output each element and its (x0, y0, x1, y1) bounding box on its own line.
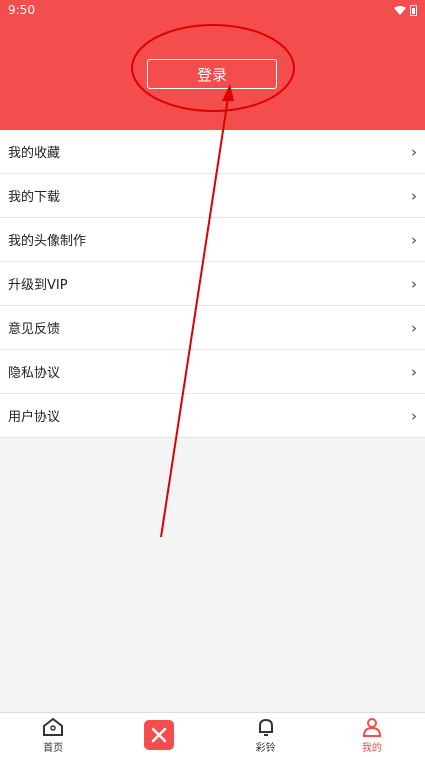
menu-item-label: 我的头像制作 (8, 234, 87, 249)
tab-ringtone[interactable]: 彩铃 (213, 713, 319, 757)
status-time: 9:50 (8, 3, 35, 17)
menu-item-label: 我的收藏 (8, 146, 61, 161)
home-icon (43, 717, 64, 736)
menu-item-label: 意见反馈 (8, 322, 61, 337)
menu-item-favorites[interactable]: 我的收藏 › (0, 130, 425, 174)
status-bar: 9:50 (0, 0, 425, 20)
bell-icon (258, 718, 273, 736)
tab-mine[interactable]: 我的 (319, 713, 425, 757)
profile-header: 登录 (0, 20, 425, 130)
battery-icon (410, 4, 417, 16)
menu-item-label: 用户协议 (8, 410, 61, 425)
tab-label: 彩铃 (255, 742, 276, 754)
menu-item-feedback[interactable]: 意见反馈 › (0, 306, 425, 350)
menu-list: 我的收藏 › 我的下载 › 我的头像制作 › 升级到VIP › 意见反馈 › 隐… (0, 130, 425, 438)
tab-home[interactable]: 首页 (0, 713, 106, 757)
bottom-tab-bar: 首页 彩铃 我的 (0, 712, 425, 757)
chevron-right-icon: › (411, 142, 417, 161)
status-icons (394, 4, 417, 16)
user-icon (362, 717, 381, 737)
menu-item-user-agreement[interactable]: 用户协议 › (0, 394, 425, 438)
chevron-right-icon: › (411, 318, 417, 337)
tools-icon (152, 727, 167, 743)
tools-button (144, 720, 175, 750)
menu-item-avatar-making[interactable]: 我的头像制作 › (0, 218, 425, 262)
menu-item-downloads[interactable]: 我的下载 › (0, 174, 425, 218)
login-button[interactable]: 登录 (147, 59, 277, 89)
tab-label: 我的 (361, 742, 382, 754)
chevron-right-icon: › (411, 186, 417, 205)
chevron-right-icon: › (411, 230, 417, 249)
menu-item-label: 隐私协议 (8, 366, 61, 381)
chevron-right-icon: › (411, 274, 417, 293)
wifi-icon (394, 5, 406, 15)
tab-tools[interactable] (106, 713, 212, 757)
menu-item-upgrade-vip[interactable]: 升级到VIP › (0, 262, 425, 306)
chevron-right-icon: › (411, 362, 417, 381)
menu-item-label: 升级到VIP (8, 278, 68, 293)
menu-item-label: 我的下载 (8, 190, 61, 205)
tab-label: 首页 (43, 742, 64, 754)
menu-item-privacy-policy[interactable]: 隐私协议 › (0, 350, 425, 394)
chevron-right-icon: › (411, 406, 417, 425)
